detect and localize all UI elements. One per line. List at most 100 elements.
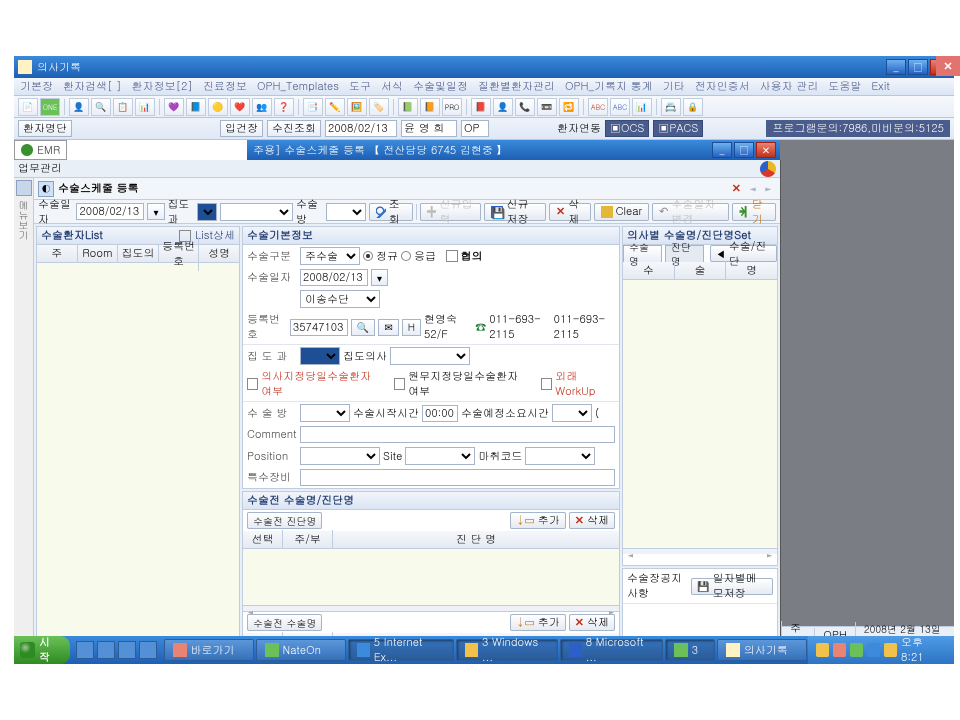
comment-input[interactable] [300, 426, 615, 443]
delete-button[interactable]: ✕삭제 [549, 203, 591, 221]
tray-icon[interactable] [850, 643, 863, 657]
taskbar-item[interactable]: 8 Microsoft ... [560, 639, 663, 661]
patient-name-input[interactable] [401, 120, 457, 137]
preop-diag-button[interactable]: 수술전 진단명 [247, 512, 322, 529]
admin-sameday-checkbox[interactable] [394, 378, 405, 390]
dept-input[interactable] [461, 120, 489, 137]
duration-combo[interactable] [552, 404, 592, 422]
menu-item[interactable]: 환자검색[ ] [63, 79, 122, 94]
toolbar-button[interactable]: 👤 [69, 98, 89, 116]
ocs-button[interactable]: ▣ OCS [605, 120, 649, 137]
tray-icon[interactable] [833, 643, 846, 657]
toolbar-button[interactable]: 🔍 [91, 98, 111, 116]
diag-grid-body[interactable] [243, 549, 619, 605]
menu-item[interactable]: 서식 [381, 79, 403, 94]
toolbar-button[interactable]: 🖼️ [347, 98, 367, 116]
toolbar-button[interactable]: 📋 [113, 98, 133, 116]
op-add-button[interactable]: ↓▭ 추가 [510, 614, 566, 631]
toolbar-button[interactable]: 💜 [164, 98, 184, 116]
reg-number-input[interactable] [290, 319, 348, 336]
save-button[interactable]: 💾신규저장 [484, 203, 546, 221]
doctor-sameday-checkbox[interactable] [247, 378, 258, 390]
toolbar-button[interactable]: 📊 [632, 98, 652, 116]
toolbar-button[interactable]: 📑 [303, 98, 323, 116]
surgery-date-input[interactable] [76, 203, 144, 220]
status-label[interactable]: 입건장 [220, 120, 263, 137]
toolbar-button[interactable]: 🔒 [683, 98, 703, 116]
toolbar-button[interactable]: 🏷️ [369, 98, 389, 116]
menu-item[interactable]: OPH_Templates [257, 79, 339, 94]
room-combo[interactable] [326, 203, 367, 221]
tray-icon[interactable] [867, 643, 880, 657]
menu-item[interactable]: 기본장 [20, 79, 53, 94]
memo-save-button[interactable]: 💾 일자별메모저장 [691, 578, 773, 595]
menu-item[interactable]: 진료정보 [203, 79, 247, 94]
taskbar-item[interactable]: 3 [665, 639, 715, 661]
set-grid-body[interactable] [623, 280, 777, 548]
site-combo[interactable] [405, 447, 475, 465]
consult-checkbox[interactable] [446, 250, 458, 262]
toolbar-button[interactable]: 📗 [398, 98, 418, 116]
toolbar-button[interactable]: 📊 [135, 98, 155, 116]
toolbar-button[interactable]: 📄 [18, 98, 38, 116]
clear-button[interactable]: Clear [594, 203, 650, 221]
tab-prev-button[interactable]: ◄ [745, 182, 761, 196]
search-button[interactable]: 조회 [369, 203, 413, 221]
tab-next-button[interactable]: ► [761, 182, 777, 196]
tab-surgery-name[interactable]: 수술명 [623, 245, 662, 262]
dialog-maximize-button[interactable]: □ [734, 142, 754, 158]
tray-icon[interactable] [884, 643, 897, 657]
maximize-button[interactable]: □ [908, 59, 928, 75]
taskbar-item[interactable]: 3 Windows ... [456, 639, 558, 661]
surgery-dept-combo[interactable] [300, 347, 340, 365]
pacs-button[interactable]: ▣ PACS [653, 120, 703, 137]
h-button[interactable]: H [402, 319, 421, 336]
tab-close-button[interactable]: ✕ [728, 181, 745, 196]
tab-diagnosis-name[interactable]: 진단명 [665, 245, 704, 262]
surgery-diag-button[interactable]: ◀ 수술/진단 [710, 245, 777, 262]
reg-search-button[interactable]: 🔍 [351, 319, 375, 336]
room-field-combo[interactable] [300, 404, 350, 422]
menu-item[interactable]: 전자인증서 [695, 79, 750, 94]
preop-op-button[interactable]: 수술전 수술명 [247, 614, 322, 631]
mail-button[interactable]: ✉ [378, 319, 398, 336]
side-menu-toggle[interactable] [16, 180, 32, 196]
equip-input[interactable] [300, 469, 615, 486]
date-dropdown-button[interactable]: ▾ [147, 203, 164, 220]
emergency-radio[interactable] [401, 251, 411, 261]
menu-item[interactable]: 도움말 [828, 79, 861, 94]
menu-item[interactable]: 도구 [349, 79, 371, 94]
quick-launch-button[interactable] [97, 641, 115, 659]
toolbar-button[interactable]: 📕 [471, 98, 491, 116]
list-body[interactable] [37, 263, 239, 641]
op-delete-button[interactable]: ✕ 삭제 [569, 614, 615, 631]
diag-delete-button[interactable]: ✕ 삭제 [569, 512, 615, 529]
taskbar-item[interactable]: 바로가기 [164, 639, 254, 661]
system-tray[interactable]: 오후 8:21 [808, 636, 954, 664]
gubun-combo[interactable]: 주수술 [300, 247, 360, 265]
diag-add-button[interactable]: ↓▭ 추가 [510, 512, 566, 529]
toolbar-button[interactable]: 📙 [420, 98, 440, 116]
start-button[interactable]: 시작 [14, 636, 70, 664]
transport-combo[interactable]: 이송수단 [300, 290, 380, 308]
toolbar-button[interactable]: 🟡 [208, 98, 228, 116]
dialog-close-button[interactable]: ✕ [756, 142, 776, 158]
date-picker-button[interactable]: ▾ [371, 269, 388, 286]
toolbar-button[interactable]: ABC [588, 98, 608, 116]
quick-launch-button[interactable] [76, 641, 94, 659]
dept-name-combo[interactable] [220, 203, 293, 221]
dialog-minimize-button[interactable]: _ [712, 142, 732, 158]
toolbar-button[interactable]: 🔁 [559, 98, 579, 116]
menu-item[interactable]: 질환별환자관리 [478, 79, 555, 94]
toolbar-button[interactable]: 📞 [515, 98, 535, 116]
regular-radio[interactable] [363, 251, 373, 261]
taskbar-item[interactable]: NateOn [256, 639, 346, 661]
toolbar-button[interactable]: ❓ [274, 98, 294, 116]
position-combo[interactable] [300, 447, 380, 465]
minimize-button[interactable]: _ [886, 59, 906, 75]
tab-back-button[interactable]: ◐ [38, 181, 54, 197]
toolbar-button[interactable]: ✏️ [325, 98, 345, 116]
patient-name-label[interactable]: 환자명단 [18, 120, 72, 137]
taskbar-item[interactable]: 의사기록 [717, 639, 807, 661]
quick-launch-button[interactable] [118, 641, 136, 659]
